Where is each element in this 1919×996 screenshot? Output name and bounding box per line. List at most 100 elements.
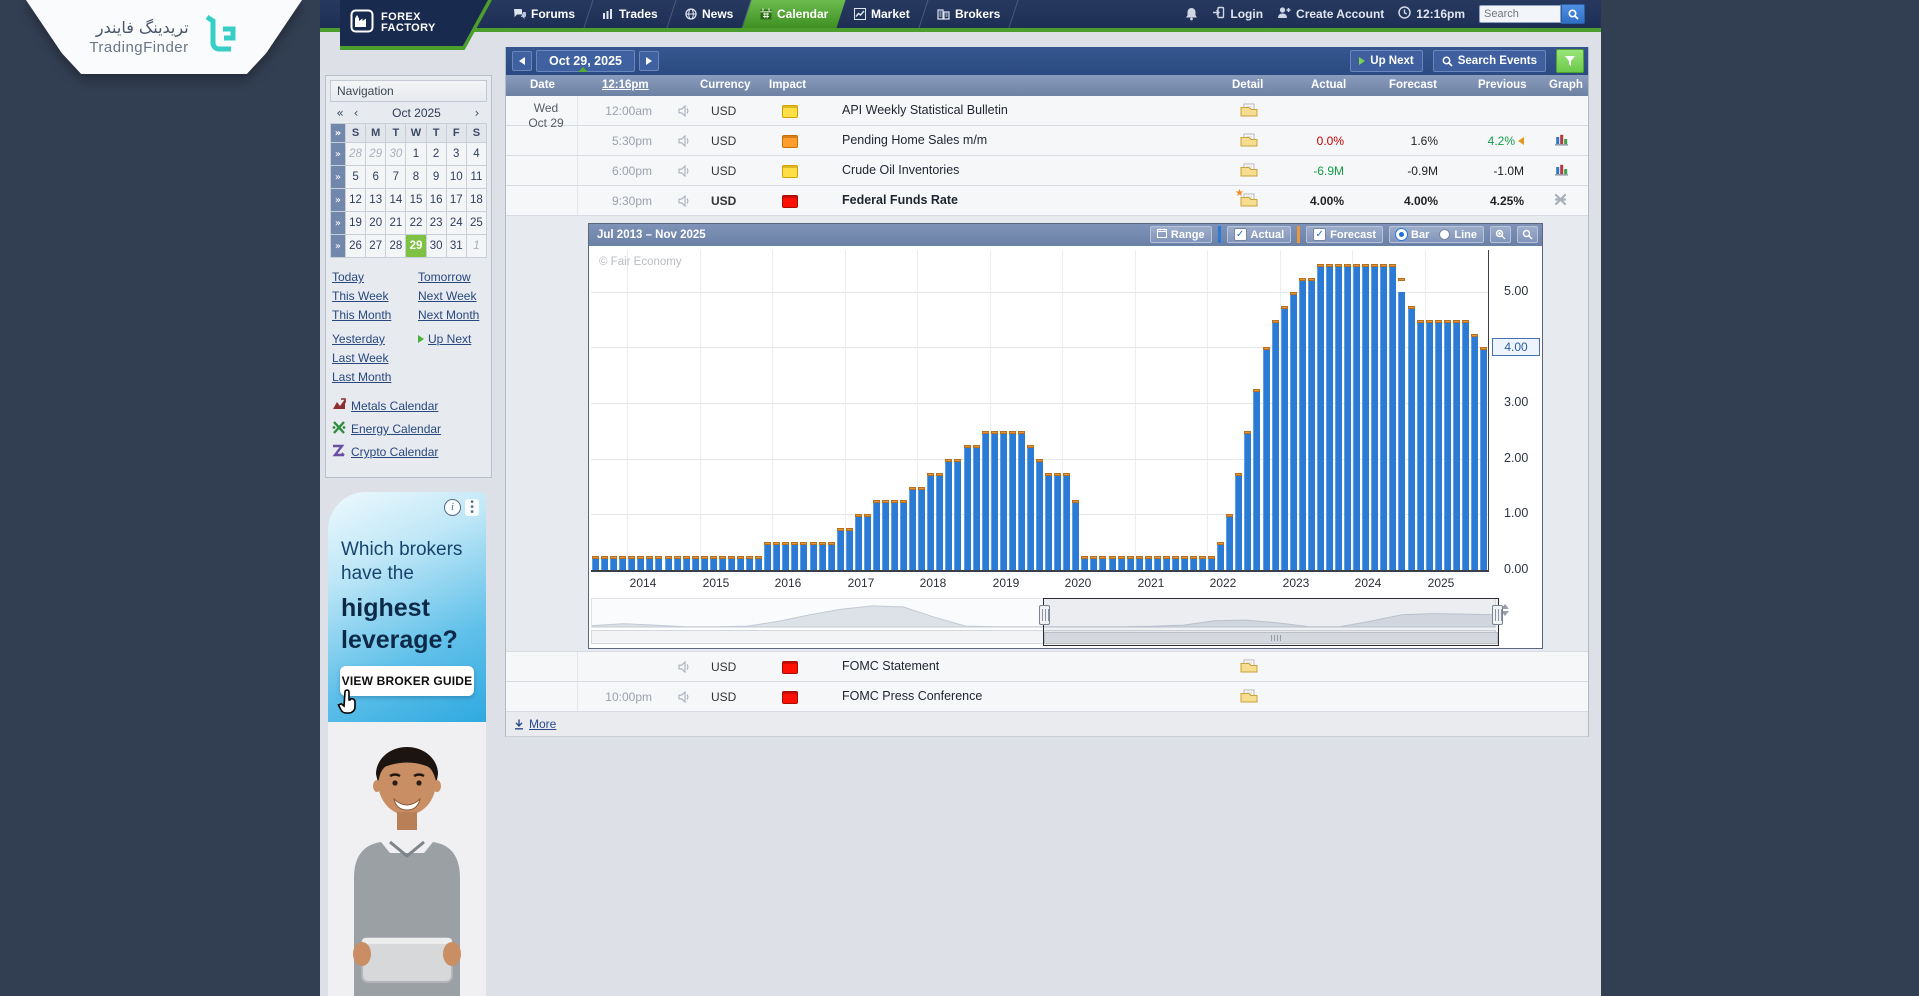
event-row[interactable]: 12:00amUSDAPI Weekly Statistical Bulleti… bbox=[506, 96, 1588, 126]
detail-folder-icon[interactable]: ★ bbox=[1240, 193, 1258, 212]
radio-bar-selected[interactable] bbox=[1396, 229, 1407, 240]
search-events-button[interactable]: Search Events bbox=[1433, 50, 1546, 72]
week-expand-button[interactable]: » bbox=[331, 143, 346, 166]
calendar-day-14[interactable]: 14 bbox=[386, 189, 406, 212]
search-input[interactable] bbox=[1479, 5, 1561, 23]
link-last-month[interactable]: Last Month bbox=[332, 370, 418, 384]
bar-line-toggle[interactable]: Bar Line bbox=[1389, 226, 1484, 243]
current-date-button[interactable]: Oct 29, 2025 bbox=[536, 50, 635, 72]
navigator-handle-right[interactable] bbox=[1492, 605, 1503, 625]
calendar-day-8[interactable]: 8 bbox=[406, 166, 426, 189]
link-today[interactable]: Today bbox=[332, 270, 418, 284]
calendar-day-15[interactable]: 15 bbox=[406, 189, 426, 212]
zoom-chart-button[interactable] bbox=[1517, 226, 1538, 243]
tab-trades[interactable]: Trades bbox=[584, 0, 676, 28]
event-row[interactable]: 5:30pmUSDPending Home Sales m/m0.0%1.6%4… bbox=[506, 126, 1588, 156]
calendar-day-16[interactable]: 16 bbox=[426, 189, 446, 212]
link-next-week[interactable]: Next Week bbox=[418, 289, 485, 303]
impact-orange-icon[interactable] bbox=[782, 135, 798, 148]
calendar-day-5[interactable]: 5 bbox=[345, 166, 365, 189]
event-row[interactable]: USDFOMC Statement bbox=[506, 652, 1588, 682]
calendar-day-18[interactable]: 18 bbox=[466, 189, 486, 212]
tab-forums[interactable]: Forums bbox=[495, 0, 593, 28]
forecast-toggle[interactable]: ✓ Forecast bbox=[1306, 226, 1383, 243]
calendar-day-27[interactable]: 27 bbox=[366, 235, 386, 258]
link-this-month[interactable]: This Month bbox=[332, 308, 418, 322]
up-next-button[interactable]: Up Next bbox=[1350, 50, 1422, 72]
tab-market[interactable]: Market bbox=[837, 0, 929, 28]
forexfactory-logo[interactable]: FOREX FACTORY bbox=[340, 0, 492, 50]
impact-yellow-icon[interactable] bbox=[782, 105, 798, 118]
close-graph-icon[interactable] bbox=[1554, 193, 1567, 211]
impact-red-icon[interactable] bbox=[782, 661, 798, 674]
login-button[interactable]: Login bbox=[1212, 6, 1263, 22]
next-day-button[interactable] bbox=[639, 51, 659, 71]
week-expand-button[interactable]: » bbox=[331, 189, 346, 212]
prev-day-button[interactable] bbox=[512, 51, 532, 71]
calendar-day-1[interactable]: 1 bbox=[406, 143, 426, 166]
navigator-selection[interactable] bbox=[1043, 598, 1499, 646]
more-button[interactable]: More bbox=[506, 712, 1588, 737]
prev-month-button[interactable]: ‹ bbox=[348, 106, 364, 120]
calendar-day-25[interactable]: 25 bbox=[466, 212, 486, 235]
calendar-day-9[interactable]: 9 bbox=[426, 166, 446, 189]
impact-red-icon[interactable] bbox=[782, 691, 798, 704]
link-last-week[interactable]: Last Week bbox=[332, 351, 418, 365]
graph-icon[interactable] bbox=[1554, 133, 1569, 151]
link-up-next[interactable]: Up Next bbox=[428, 332, 471, 346]
speaker-icon[interactable] bbox=[678, 194, 690, 212]
impact-yellow-icon[interactable] bbox=[782, 165, 798, 178]
link-metals-calendar[interactable]: Metals Calendar bbox=[351, 399, 438, 413]
graph-icon[interactable] bbox=[1554, 163, 1569, 181]
calendar-day-31[interactable]: 31 bbox=[446, 235, 466, 258]
week-expand-button[interactable]: » bbox=[331, 124, 346, 143]
detail-folder-icon[interactable] bbox=[1240, 163, 1258, 182]
col-time-link[interactable]: 12:16pm bbox=[602, 79, 649, 91]
speaker-icon[interactable] bbox=[678, 164, 690, 182]
detail-folder-icon[interactable] bbox=[1240, 133, 1258, 152]
calendar-day-11[interactable]: 11 bbox=[466, 166, 486, 189]
speaker-icon[interactable] bbox=[678, 104, 690, 122]
view-broker-guide-button[interactable]: VIEW BROKER GUIDE bbox=[340, 666, 474, 696]
broker-ad[interactable]: i ••• Which brokers have the highest lev… bbox=[328, 492, 486, 722]
detail-folder-icon[interactable] bbox=[1240, 103, 1258, 122]
week-expand-button[interactable]: » bbox=[331, 166, 346, 189]
calendar-day-4[interactable]: 4 bbox=[466, 143, 486, 166]
speaker-icon[interactable] bbox=[678, 660, 690, 678]
tab-brokers[interactable]: Brokers bbox=[920, 0, 1019, 28]
bar-chart-plot[interactable] bbox=[591, 250, 1489, 572]
search-button[interactable] bbox=[1561, 4, 1585, 24]
calendar-day-3[interactable]: 3 bbox=[446, 143, 466, 166]
calendar-day-26[interactable]: 26 bbox=[345, 235, 365, 258]
calendar-day-10[interactable]: 10 bbox=[446, 166, 466, 189]
calendar-day-28[interactable]: 28 bbox=[386, 235, 406, 258]
calendar-day-30[interactable]: 30 bbox=[426, 235, 446, 258]
calendar-day-29[interactable]: 29 bbox=[366, 143, 386, 166]
event-row[interactable]: 6:00pmUSDCrude Oil Inventories-6.9M-0.9M… bbox=[506, 156, 1588, 186]
calendar-day-22[interactable]: 22 bbox=[406, 212, 426, 235]
link-this-week[interactable]: This Week bbox=[332, 289, 418, 303]
detail-folder-icon[interactable] bbox=[1240, 689, 1258, 708]
calendar-day-17[interactable]: 17 bbox=[446, 189, 466, 212]
link-energy-calendar[interactable]: Energy Calendar bbox=[351, 422, 441, 436]
calendar-day-21[interactable]: 21 bbox=[386, 212, 406, 235]
calendar-day-2[interactable]: 2 bbox=[426, 143, 446, 166]
calendar-day-28[interactable]: 28 bbox=[345, 143, 365, 166]
tab-news[interactable]: News bbox=[667, 0, 751, 28]
range-button[interactable]: Range bbox=[1150, 226, 1212, 243]
link-yesterday[interactable]: Yesterday bbox=[332, 332, 418, 346]
calendar-day-1[interactable]: 1 bbox=[466, 235, 486, 258]
notification-bell-icon[interactable] bbox=[1185, 7, 1198, 21]
calendar-day-7[interactable]: 7 bbox=[386, 166, 406, 189]
calendar-day-20[interactable]: 20 bbox=[366, 212, 386, 235]
calendar-day-29[interactable]: 29 bbox=[406, 235, 426, 258]
ad-menu-icon[interactable]: ••• bbox=[465, 499, 479, 516]
detail-folder-icon[interactable] bbox=[1240, 659, 1258, 678]
tab-calendar[interactable]: Calendar bbox=[743, 0, 846, 28]
next-month-button[interactable]: › bbox=[469, 106, 485, 120]
navigator-handle-left[interactable] bbox=[1039, 605, 1050, 625]
link-crypto-calendar[interactable]: Crypto Calendar bbox=[351, 445, 438, 459]
create-account-button[interactable]: Create Account bbox=[1277, 6, 1384, 22]
actual-toggle[interactable]: ✓ Actual bbox=[1227, 226, 1292, 243]
link-next-month[interactable]: Next Month bbox=[418, 308, 485, 322]
